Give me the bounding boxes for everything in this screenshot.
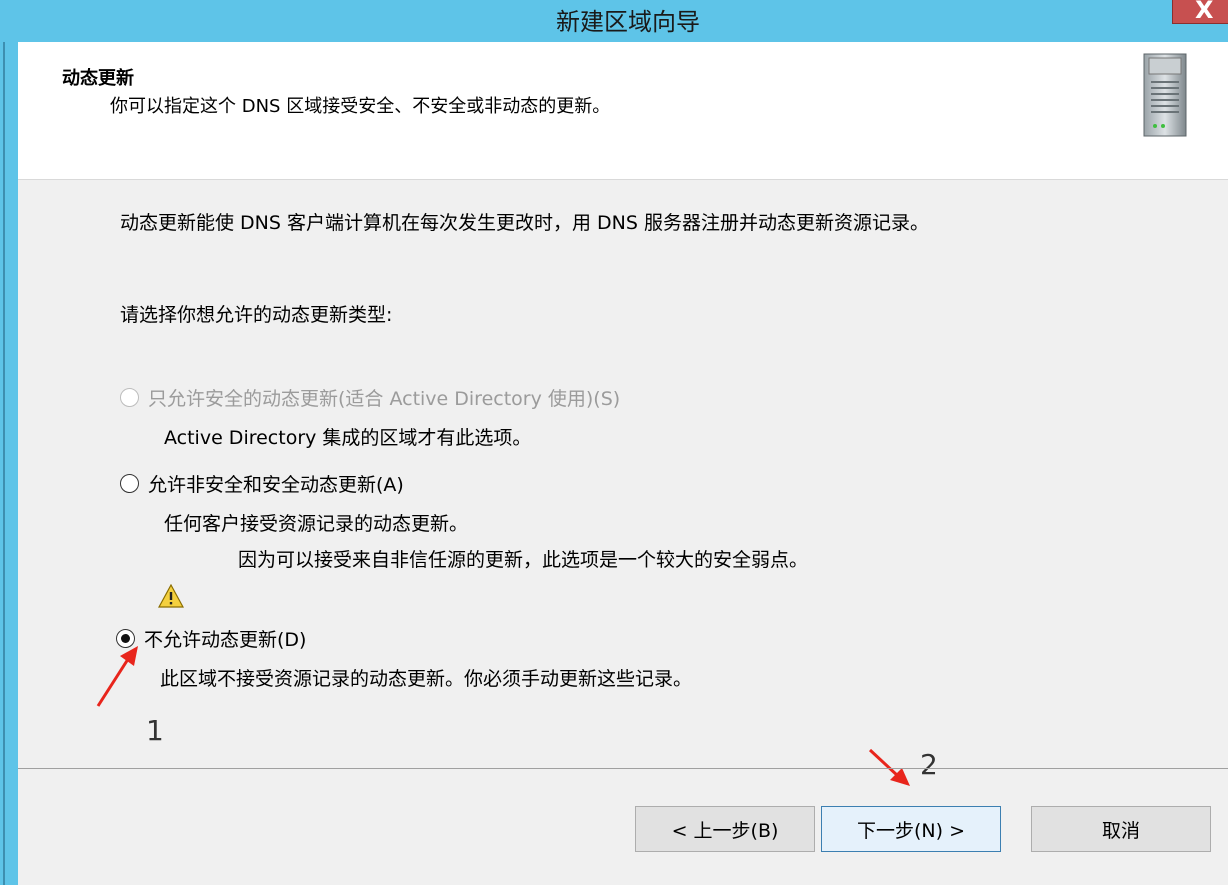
description-text: 动态更新能使 DNS 客户端计算机在每次发生更改时，用 DNS 服务器注册并动态… (120, 212, 929, 234)
frame-border (3, 42, 5, 885)
next-button[interactable]: 下一步(N) > (821, 806, 1001, 852)
option-nonsecure-and-secure-label: 允许非安全和安全动态更新(A) (148, 474, 404, 496)
option-nonsecure-and-secure[interactable]: 允许非安全和安全动态更新(A) (120, 470, 404, 497)
annotation-number-2: 2 (920, 748, 938, 781)
option-no-dynamic-updates[interactable]: 不允许动态更新(D) (116, 625, 306, 652)
prompt-text: 请选择你想允许的动态更新类型: (120, 304, 393, 326)
option-no-dynamic-updates-note: 此区域不接受资源记录的动态更新。你必须手动更新这些记录。 (160, 668, 693, 690)
option-nonsecure-and-secure-note: 任何客户接受资源记录的动态更新。 (164, 513, 469, 535)
radio-nonsecure-and-secure[interactable] (120, 474, 139, 493)
window-title: 新建区域向导 (556, 8, 700, 36)
warning-icon (158, 584, 184, 608)
page-subtitle: 你可以指定这个 DNS 区域接受安全、不安全或非动态的更新。 (110, 96, 611, 117)
option-no-dynamic-updates-label: 不允许动态更新(D) (144, 629, 307, 651)
wizard-window: 动态更新 你可以指定这个 DNS 区域接受安全、不安全或非动态的更新。 动态更新 (18, 42, 1228, 885)
annotation-arrow-1 (96, 646, 138, 707)
wizard-header: 动态更新 你可以指定这个 DNS 区域接受安全、不安全或非动态的更新。 (18, 42, 1228, 180)
close-button[interactable]: X (1172, 0, 1228, 24)
security-warning-text: 因为可以接受来自非信任源的更新，此选项是一个较大的安全弱点。 (238, 549, 809, 571)
option-secure-only[interactable]: 只允许安全的动态更新(适合 Active Directory 使用)(S) (120, 384, 620, 411)
page-title: 动态更新 (62, 68, 134, 89)
title-bar: 新建区域向导 X (0, 0, 1228, 42)
radio-secure-only[interactable] (120, 388, 139, 407)
window-frame (0, 42, 18, 885)
annotation-number-1: 1 (146, 714, 164, 747)
wizard-content: 动态更新能使 DNS 客户端计算机在每次发生更改时，用 DNS 服务器注册并动态… (18, 180, 1228, 770)
footer-divider (18, 768, 1228, 769)
option-secure-only-note: Active Directory 集成的区域才有此选项。 (164, 427, 532, 449)
cancel-button[interactable]: 取消 (1031, 806, 1211, 852)
back-button[interactable]: < 上一步(B) (635, 806, 815, 852)
server-icon (1143, 53, 1187, 137)
option-secure-only-label: 只允许安全的动态更新(适合 Active Directory 使用)(S) (148, 388, 621, 410)
